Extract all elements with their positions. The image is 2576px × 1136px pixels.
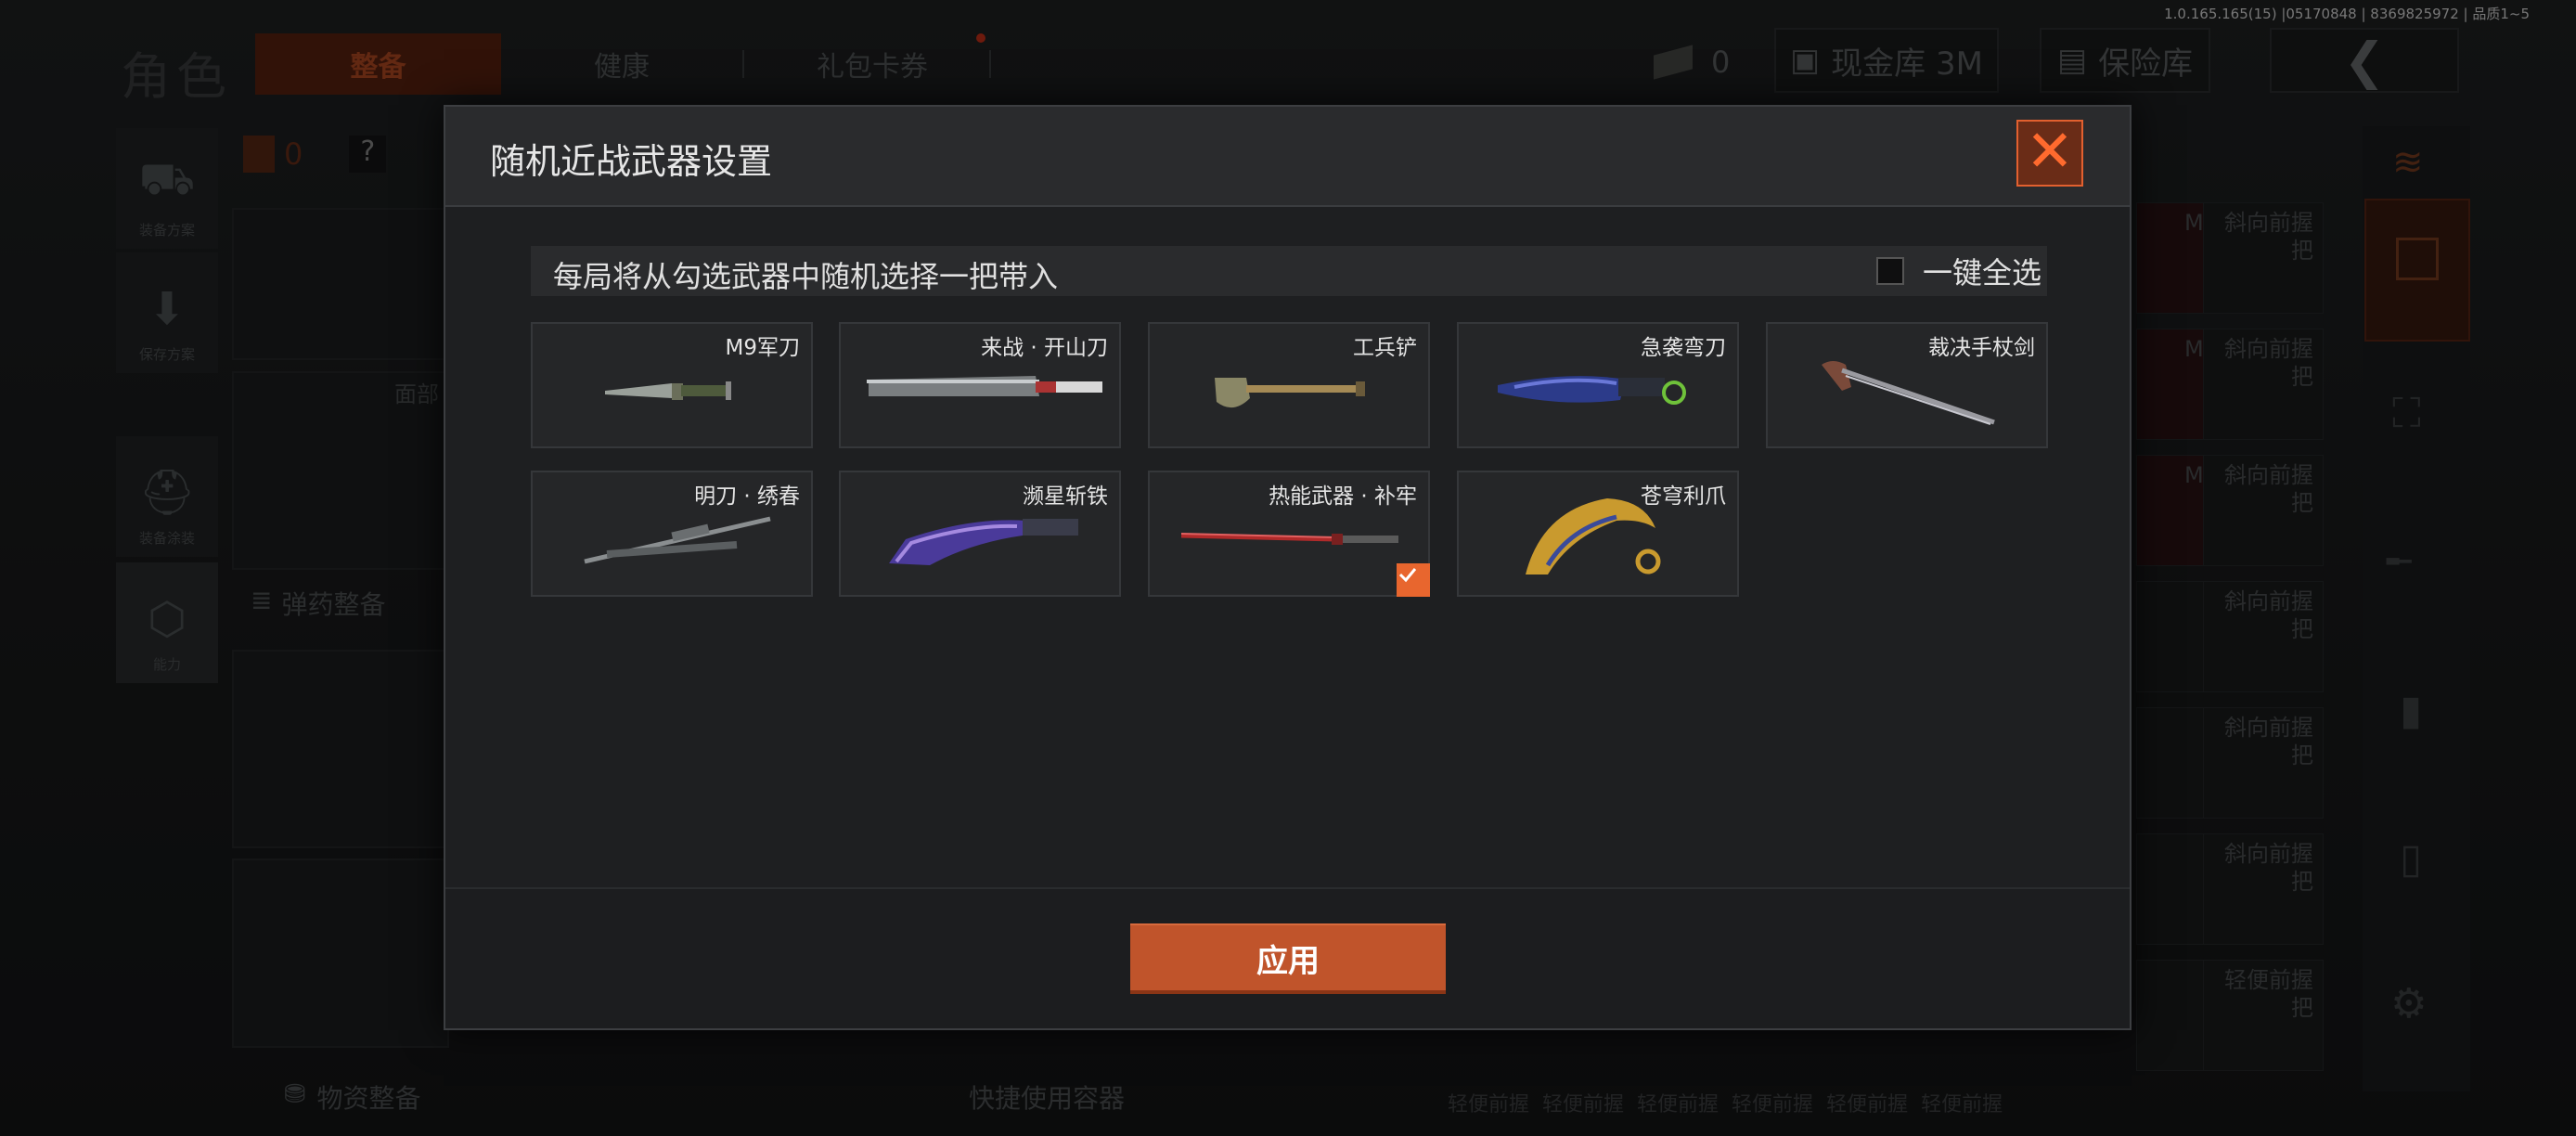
apply-button[interactable]: 应用	[1130, 923, 1446, 994]
weapon-name: 热能武器 · 补牢	[1269, 484, 1417, 509]
select-all-label: 一键全选	[1922, 255, 2041, 290]
weapon-card-thermal-weapon[interactable]: 热能武器 · 补牢	[1148, 471, 1430, 597]
close-button[interactable]: ✕	[2016, 120, 2083, 187]
close-icon: ✕	[2026, 117, 2074, 185]
weapon-name: 工兵铲	[1353, 336, 1417, 360]
select-all-toggle[interactable]: 一键全选	[1875, 246, 2047, 296]
weapon-name: M9军刀	[725, 336, 800, 360]
weapon-name: 来战 · 开山刀	[981, 336, 1108, 360]
weapon-card-verdict-cane-sword[interactable]: 裁决手杖剑	[1766, 322, 2048, 448]
weapon-card-machete[interactable]: 来战 · 开山刀	[839, 322, 1121, 448]
hint-bar: 每局将从勾选武器中随机选择一把带入 一键全选	[531, 246, 2047, 296]
weapon-name: 裁决手杖剑	[1928, 336, 2035, 360]
weapon-card-raid-kukri[interactable]: 急袭弯刀	[1457, 322, 1739, 448]
weapon-card-star-cleaver[interactable]: 濒星斩铁	[839, 471, 1121, 597]
weapon-card-xiuchun-blade[interactable]: 明刀 · 绣春	[531, 471, 813, 597]
weapon-name: 急袭弯刀	[1641, 336, 1726, 360]
weapon-card-m9-bayonet[interactable]: M9军刀	[531, 322, 813, 448]
dialog-header: 随机近战武器设置 ✕	[445, 107, 2130, 207]
dialog-title: 随机近战武器设置	[490, 141, 773, 182]
dialog-footer: 应用	[445, 887, 2130, 1028]
weapon-name: 明刀 · 绣春	[694, 484, 800, 509]
checkmark-icon	[1398, 568, 1417, 583]
weapon-name: 苍穹利爪	[1641, 484, 1726, 509]
weapon-card-shovel[interactable]: 工兵铲	[1148, 322, 1430, 448]
select-all-checkbox[interactable]	[1875, 257, 1904, 285]
random-melee-settings-dialog: 随机近战武器设置 ✕ 每局将从勾选武器中随机选择一把带入 一键全选 M9军刀 来…	[444, 105, 2132, 1030]
hint-text: 每局将从勾选武器中随机选择一把带入	[553, 259, 1059, 294]
weapon-name: 濒星斩铁	[1023, 484, 1108, 509]
weapon-card-sky-claw[interactable]: 苍穹利爪	[1457, 471, 1739, 597]
selected-checkbox[interactable]	[1397, 563, 1430, 597]
